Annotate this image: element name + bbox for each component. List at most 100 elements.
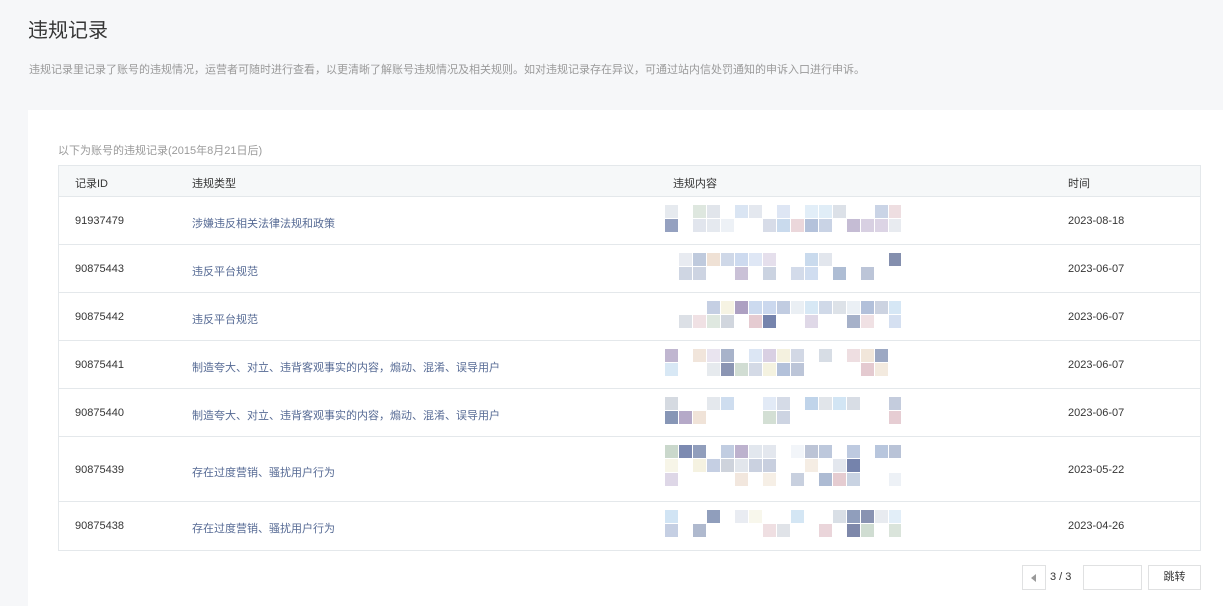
mosaic-block [749, 205, 762, 218]
record-id-cell: 90875442 [75, 311, 124, 323]
mosaic-block [819, 397, 832, 410]
mosaic-block [889, 510, 901, 523]
jump-button[interactable]: 跳转 [1148, 565, 1201, 590]
mosaic-block [665, 363, 678, 376]
mosaic-block [861, 524, 874, 537]
mosaic-block [721, 397, 734, 410]
mosaic-block [889, 205, 901, 218]
mosaic-block [791, 219, 804, 232]
mosaic-block [665, 459, 678, 472]
mosaic-block [819, 349, 832, 362]
violation-type-cell: 违反平台规范 [192, 266, 258, 278]
violation-content-cell-blurred [665, 205, 901, 239]
column-header-record-id: 记录ID [75, 178, 108, 190]
mosaic-block [889, 411, 901, 424]
time-cell: 2023-05-22 [1068, 464, 1125, 476]
mosaic-block [847, 397, 860, 410]
mosaic-block [735, 473, 748, 486]
prev-page-button[interactable] [1022, 565, 1046, 590]
mosaic-block [791, 510, 804, 523]
mosaic-block [847, 301, 860, 314]
mosaic-block [833, 397, 846, 410]
mosaic-block [805, 397, 818, 410]
mosaic-block [861, 363, 874, 376]
mosaic-block [735, 267, 748, 280]
time-cell: 2023-08-18 [1068, 215, 1125, 227]
mosaic-block [763, 301, 776, 314]
violation-content-cell-blurred [665, 253, 901, 287]
mosaic-block [777, 363, 790, 376]
mosaic-block [889, 219, 901, 232]
mosaic-block [861, 510, 874, 523]
mosaic-block [665, 411, 678, 424]
mosaic-block [749, 459, 762, 472]
mosaic-block [665, 397, 678, 410]
table-row: 90875441 制造夸大、对立、违背客观事实的内容，煽动、混淆、误导用户 2023… [59, 341, 1200, 389]
chevron-left-icon [1031, 574, 1036, 582]
mosaic-block [833, 473, 846, 486]
mosaic-block [777, 524, 790, 537]
mosaic-block [665, 349, 678, 362]
page-number-input[interactable] [1083, 565, 1142, 590]
mosaic-block [847, 349, 860, 362]
mosaic-block [819, 253, 832, 266]
mosaic-block [833, 510, 846, 523]
mosaic-block [693, 349, 706, 362]
mosaic-block [875, 219, 888, 232]
mosaic-block [693, 459, 706, 472]
mosaic-block [777, 397, 790, 410]
mosaic-block [721, 219, 734, 232]
mosaic-block [763, 253, 776, 266]
mosaic-block [749, 510, 762, 523]
mosaic-block [805, 445, 818, 458]
record-id-cell: 90875439 [75, 464, 124, 476]
violation-type-cell: 制造夸大、对立、违背客观事实的内容，煽动、混淆、误导用户 [192, 410, 500, 422]
mosaic-block [777, 219, 790, 232]
mosaic-block [819, 219, 832, 232]
mosaic-block [693, 205, 706, 218]
mosaic-block [861, 219, 874, 232]
mosaic-block [875, 510, 888, 523]
time-cell: 2023-06-07 [1068, 359, 1125, 371]
mosaic-block [679, 445, 692, 458]
mosaic-block [777, 301, 790, 314]
mosaic-block [833, 205, 846, 218]
time-cell: 2023-06-07 [1068, 263, 1125, 275]
mosaic-block [707, 459, 720, 472]
mosaic-block [847, 315, 860, 328]
mosaic-block [735, 459, 748, 472]
mosaic-block [707, 397, 720, 410]
table-row: 91937479 涉嫌违反相关法律法规和政策 2023-08-18 [59, 197, 1200, 245]
mosaic-block [749, 253, 762, 266]
mosaic-block [847, 510, 860, 523]
mosaic-block [679, 315, 692, 328]
record-id-cell: 90875440 [75, 407, 124, 419]
mosaic-block [749, 349, 762, 362]
mosaic-block [693, 445, 706, 458]
mosaic-block [707, 510, 720, 523]
mosaic-block [679, 411, 692, 424]
mosaic-block [847, 445, 860, 458]
table-row: 90875438 存在过度营销、骚扰用户行为 2023-04-26 [59, 502, 1200, 550]
mosaic-block [735, 301, 748, 314]
mosaic-block [805, 301, 818, 314]
mosaic-block [889, 445, 901, 458]
mosaic-block [763, 363, 776, 376]
mosaic-block [819, 473, 832, 486]
mosaic-block [875, 205, 888, 218]
mosaic-block [693, 253, 706, 266]
mosaic-block [665, 524, 678, 537]
mosaic-block [763, 315, 776, 328]
mosaic-block [721, 301, 734, 314]
table-row: 90875442 违反平台规范 2023-06-07 [59, 293, 1200, 341]
mosaic-block [749, 363, 762, 376]
mosaic-block [763, 349, 776, 362]
violation-type-cell: 存在过度营销、骚扰用户行为 [192, 467, 335, 479]
violation-type-cell: 违反平台规范 [192, 314, 258, 326]
mosaic-block [847, 524, 860, 537]
mosaic-block [763, 473, 776, 486]
column-header-time: 时间 [1068, 178, 1090, 190]
mosaic-block [847, 473, 860, 486]
mosaic-block [749, 301, 762, 314]
page-title: 违规记录 [28, 20, 108, 42]
